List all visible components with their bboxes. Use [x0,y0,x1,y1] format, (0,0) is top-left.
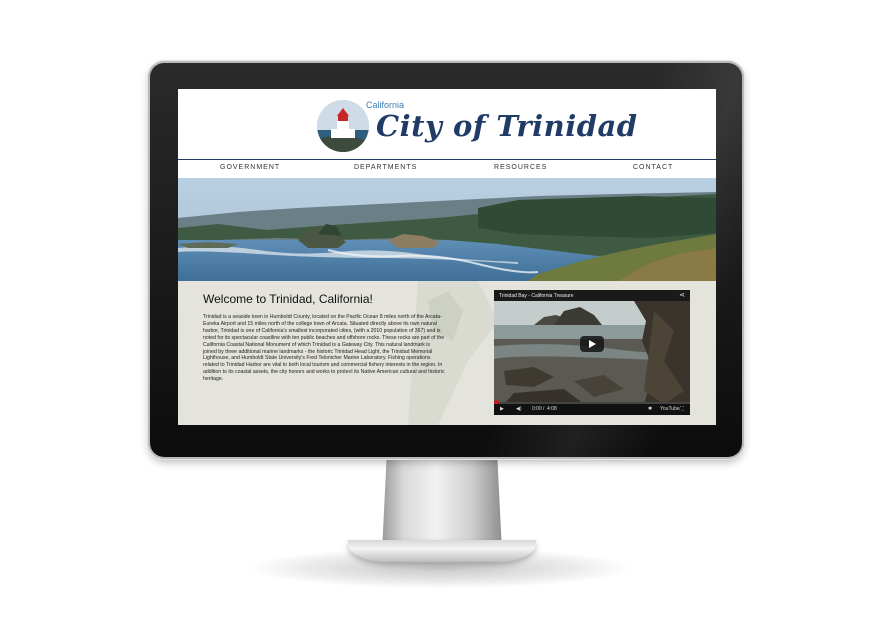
main-nav: GOVERNMENT DEPARTMENTS RESOURCES CONTACT [178,159,716,179]
video-controls: ▶ ◀) 0:00 / 4:08 ✱ YouTube ⛶ [494,404,690,415]
logo-title[interactable]: City of Trinidad [376,109,638,143]
play-icon[interactable] [580,336,604,352]
intro-paragraph: Trinidad is a seaside town in Humboldt C… [203,314,445,383]
lighthouse-house [331,129,355,138]
nav-item-government[interactable]: GOVERNMENT [220,164,280,171]
video-player[interactable]: Trinidad Bay - California Treasure ⋖ ▶ ◀… [494,290,690,415]
volume-icon[interactable]: ◀) [516,406,522,412]
monitor-stand-base [348,540,536,562]
monitor-stand [382,454,502,552]
page-title: Welcome to Trinidad, California! [203,292,373,306]
site-header: California City of Trinidad [178,89,716,159]
video-title[interactable]: Trinidad Bay - California Treasure [499,293,574,299]
nav-item-resources[interactable]: RESOURCES [494,164,547,171]
play-control-icon[interactable]: ▶ [500,406,504,412]
time-separator: / [543,406,545,412]
coastline-photo [178,178,716,281]
share-icon[interactable]: ⋖ [679,291,685,299]
logo-land [317,136,369,152]
youtube-logo[interactable]: YouTube [660,406,680,412]
nav-item-departments[interactable]: DEPARTMENTS [354,164,417,171]
video-thumbnail [494,301,690,404]
current-time: 0:00 [532,406,542,412]
main-content: Welcome to Trinidad, California! Trinida… [178,281,716,425]
gear-icon[interactable]: ✱ [648,406,652,412]
hero-coastline-image [178,178,716,281]
fullscreen-icon[interactable]: ⛶ [680,406,684,412]
video-duration: 4:08 [547,406,557,412]
browser-viewport: California City of Trinidad GOVERNMENT D… [178,89,716,425]
nav-item-contact[interactable]: CONTACT [633,164,673,171]
lighthouse-logo-icon[interactable] [317,100,369,152]
